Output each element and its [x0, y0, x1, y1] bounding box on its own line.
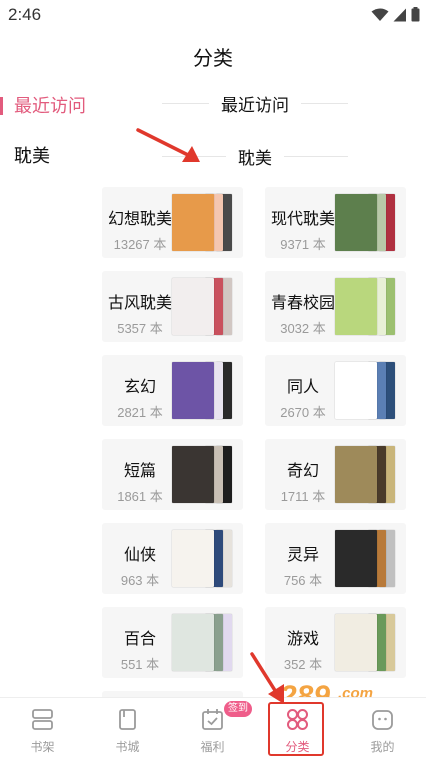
book-covers: [172, 446, 234, 503]
bookstore-icon: [119, 709, 136, 730]
category-name: 百合: [123, 631, 156, 648]
battery-icon: [411, 7, 420, 22]
divider: [162, 103, 209, 104]
category-name: 奇幻: [286, 463, 319, 480]
sidebar-item-danmei[interactable]: 耽美: [0, 132, 100, 180]
tab-label: 福利: [200, 740, 225, 754]
annotation-arrow-icon: [250, 652, 284, 704]
bottom-tab-bar: 书架 书城 福利 分类 我的: [0, 697, 426, 757]
book-cover: [172, 278, 214, 335]
book-covers: [335, 614, 397, 671]
tab-bookshelf[interactable]: 书架: [0, 698, 85, 757]
category-count: 756 本: [283, 573, 323, 588]
book-covers: [172, 362, 234, 419]
status-icons: [371, 7, 420, 22]
category-card[interactable]: 古风耽美 5357 本: [102, 271, 243, 342]
tab-label: 书城: [115, 740, 140, 754]
tab-bookstore[interactable]: 书城: [85, 698, 170, 757]
status-time: 2:46: [8, 5, 42, 24]
section-title: 最近访问: [221, 96, 289, 115]
book-cover: [335, 278, 377, 335]
category-name: 玄幻: [123, 379, 156, 396]
section-title: 耽美: [238, 149, 272, 168]
category-card[interactable]: 仙侠 963 本: [102, 523, 243, 594]
category-count: 13267 本: [113, 237, 167, 252]
book-covers: [172, 194, 234, 251]
profile-icon: [372, 710, 393, 730]
category-name: 仙侠: [123, 547, 156, 564]
category-card[interactable]: 奇幻 1711 本: [265, 439, 406, 510]
book-cover: [335, 614, 377, 671]
tab-profile[interactable]: 我的: [340, 698, 425, 757]
book-covers: [172, 278, 234, 335]
category-card[interactable]: 幻想耽美 13267 本: [102, 187, 243, 258]
page-title: 分类: [193, 48, 233, 70]
category-card[interactable]: 短篇 1861 本: [102, 439, 243, 510]
book-covers: [335, 278, 397, 335]
category-card[interactable]: 同人 2670 本: [265, 355, 406, 426]
category-count: 2821 本: [117, 405, 163, 420]
category-count: 1861 本: [117, 489, 163, 504]
category-name: 幻想耽美: [108, 211, 173, 228]
category-card[interactable]: 现代耽美 9371 本: [265, 187, 406, 258]
book-cover: [335, 446, 377, 503]
book-cover: [172, 194, 214, 251]
book-cover: [172, 446, 214, 503]
book-covers: [335, 362, 397, 419]
book-covers: [335, 530, 397, 587]
divider: [301, 103, 348, 104]
divider: [284, 156, 348, 157]
book-covers: [172, 530, 234, 587]
book-cover: [335, 194, 377, 251]
book-cover: [172, 362, 214, 419]
category-card[interactable]: 玄幻 2821 本: [102, 355, 243, 426]
book-cover: [335, 362, 377, 419]
book-cover: [335, 530, 377, 587]
tab-label: 我的: [370, 740, 395, 754]
category-count: 551 本: [120, 657, 160, 672]
status-bar: 2:46: [0, 0, 426, 30]
category-name: 古风耽美: [108, 295, 173, 312]
annotation-highlight-box: [268, 702, 324, 756]
category-card[interactable]: 青春校园 3032 本: [265, 271, 406, 342]
book-cover: [172, 614, 214, 671]
category-card[interactable]: 百合 551 本: [102, 607, 243, 678]
category-name: 同人: [286, 379, 319, 396]
annotation-arrow-icon: [136, 128, 200, 162]
book-cover: [172, 530, 214, 587]
category-name: 游戏: [286, 631, 319, 648]
book-covers: [335, 194, 397, 251]
bookshelf-icon: [32, 709, 53, 730]
category-count: 5357 本: [117, 321, 163, 336]
category-count: 3032 本: [280, 321, 326, 336]
category-name: 现代耽美: [271, 211, 336, 228]
category-name: 短篇: [123, 463, 156, 480]
wifi-icon: [371, 8, 389, 21]
category-name: 青春校园: [271, 295, 336, 312]
category-card[interactable]: 灵异 756 本: [265, 523, 406, 594]
category-sidebar: 最近访问 耽美: [0, 82, 100, 180]
calendar-check-icon: [202, 709, 223, 730]
signal-icon: [393, 8, 406, 21]
category-count: 2670 本: [280, 405, 326, 420]
category-name: 灵异: [286, 547, 319, 564]
book-covers: [172, 614, 234, 671]
category-count: 1711 本: [280, 489, 326, 504]
book-covers: [335, 446, 397, 503]
tab-label: 书架: [30, 740, 55, 754]
section-header-recent: 最近访问: [150, 91, 360, 116]
category-count: 9371 本: [280, 237, 326, 252]
category-count: 963 本: [120, 573, 160, 588]
sidebar-item-recent[interactable]: 最近访问: [0, 82, 100, 130]
